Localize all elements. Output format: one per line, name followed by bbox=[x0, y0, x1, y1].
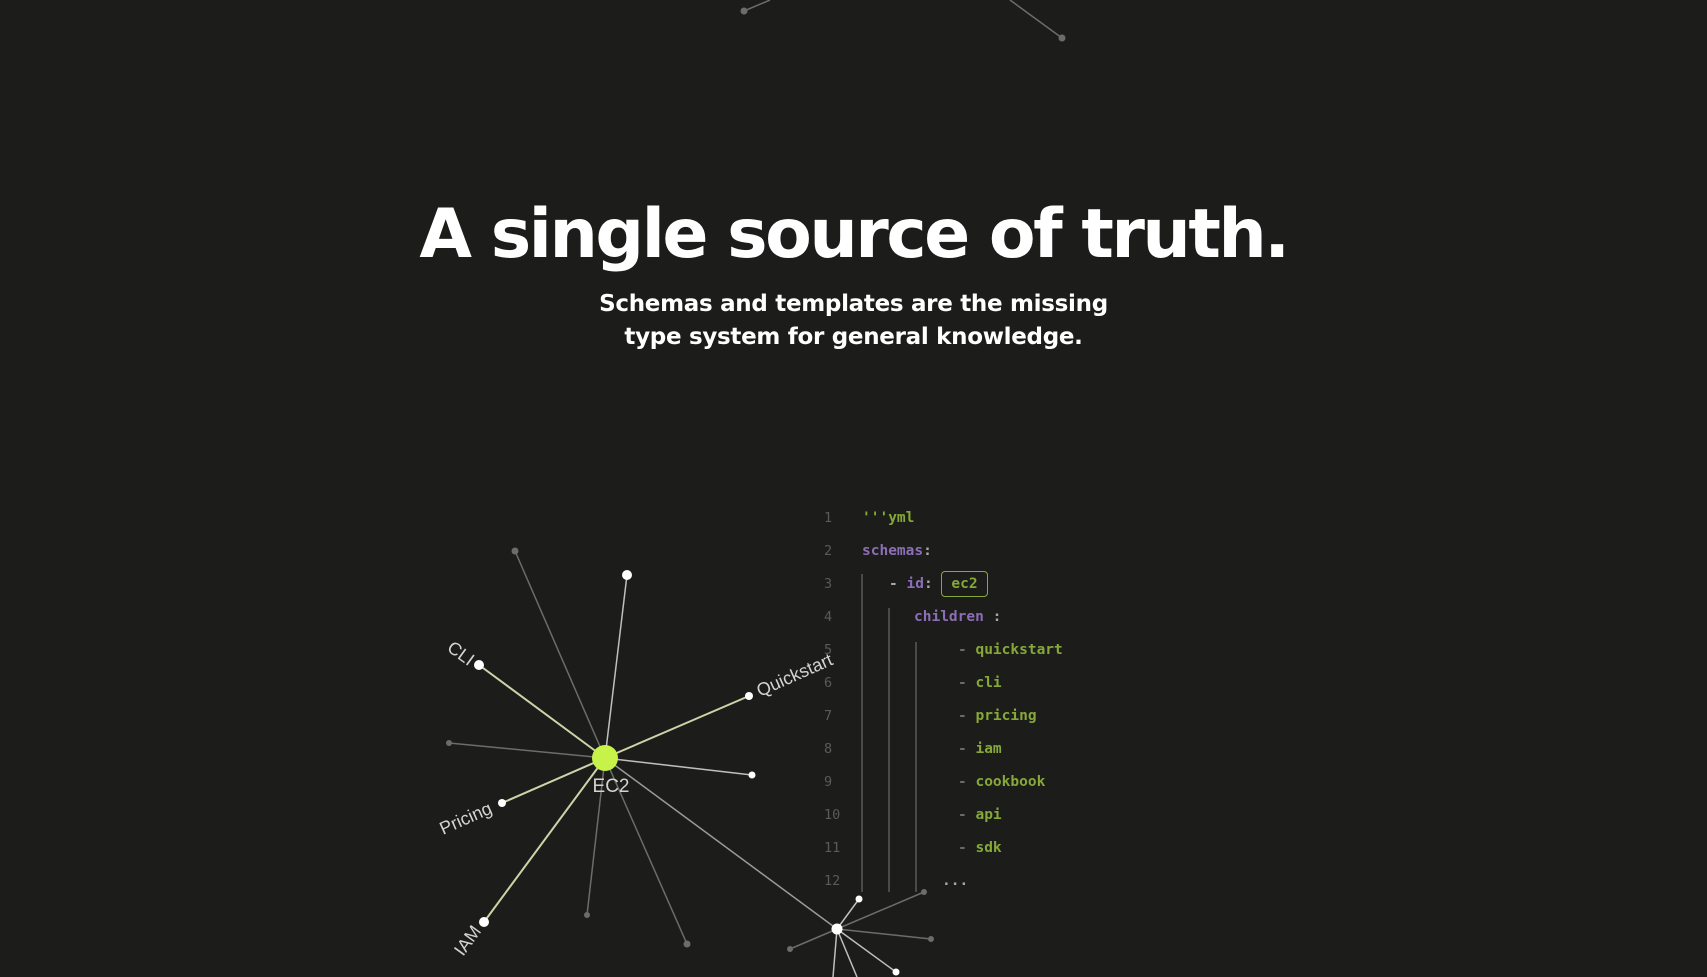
graph-node bbox=[622, 570, 632, 580]
code-text: '''yml bbox=[862, 502, 914, 535]
code-line: 9 - cookbook bbox=[824, 766, 1124, 799]
code-token: sdk bbox=[975, 840, 1002, 856]
code-line: 11 - sdk bbox=[824, 832, 1124, 865]
code-token: ... bbox=[942, 873, 969, 889]
secondary-hub-node[interactable] bbox=[831, 923, 843, 935]
line-number: 10 bbox=[824, 807, 841, 823]
code-text: - sdk bbox=[958, 832, 1002, 865]
graph-node bbox=[892, 968, 900, 976]
top-graph-fragment bbox=[740, 0, 1066, 42]
code-line: 10 - api bbox=[824, 799, 1124, 832]
hero-section: A single source of truth. Schemas and te… bbox=[0, 195, 1707, 354]
code-text: - pricing bbox=[958, 700, 1037, 733]
graph-node bbox=[740, 7, 748, 15]
graph-node bbox=[928, 936, 934, 942]
line-number: 9 bbox=[824, 774, 833, 790]
code-line: 4 children : bbox=[824, 601, 1124, 634]
code-text: children : bbox=[914, 601, 1001, 634]
graph-node bbox=[787, 946, 793, 952]
code-token: - bbox=[958, 840, 976, 856]
quickstart-node[interactable] bbox=[745, 692, 753, 700]
code-line: 2 schemas: bbox=[824, 535, 1124, 568]
code-token: - bbox=[958, 741, 976, 757]
iam-node[interactable] bbox=[479, 917, 489, 927]
code-token: children bbox=[914, 609, 984, 625]
line-number: 12 bbox=[824, 873, 841, 889]
iam-label: IAM bbox=[450, 922, 485, 960]
code-token: iam bbox=[975, 741, 1002, 757]
ec2-label: EC2 bbox=[593, 776, 630, 797]
code-text: - cli bbox=[958, 667, 1002, 700]
graph-node bbox=[446, 740, 452, 746]
pricing-label: Pricing bbox=[436, 798, 494, 839]
code-text: - api bbox=[958, 799, 1002, 832]
code-line: 1 '''yml bbox=[824, 502, 1124, 535]
code-text: - quickstart bbox=[958, 634, 1063, 667]
code-line: 5 - quickstart bbox=[824, 634, 1124, 667]
graph-node bbox=[683, 940, 691, 948]
graph-labels: EC2 CLI Quickstart Pricing IAM bbox=[436, 637, 835, 959]
line-number: 3 bbox=[824, 576, 833, 592]
code-token: id bbox=[906, 576, 924, 592]
code-block: 1 '''yml 2 schemas: 3 - id: ec2 4 children : 5 - … bbox=[824, 502, 1124, 898]
line-number: 7 bbox=[824, 708, 833, 724]
line-number: 2 bbox=[824, 543, 833, 559]
graph-node bbox=[511, 547, 519, 555]
code-token: pricing bbox=[975, 708, 1037, 724]
line-number: 5 bbox=[824, 642, 833, 658]
code-token: : bbox=[983, 609, 1002, 625]
graph-node bbox=[584, 912, 590, 918]
graph-node bbox=[748, 771, 756, 779]
code-token: : bbox=[923, 576, 942, 592]
code-token: '''yml bbox=[862, 510, 915, 526]
code-token: schemas bbox=[862, 543, 924, 559]
secondary-edges bbox=[789, 891, 932, 977]
code-token: - bbox=[889, 576, 907, 592]
line-number: 6 bbox=[824, 675, 833, 691]
ec2-hub-node[interactable] bbox=[592, 745, 618, 771]
code-token: cli bbox=[975, 675, 1002, 691]
cli-node[interactable] bbox=[474, 660, 484, 670]
code-token: - bbox=[958, 675, 976, 691]
code-token: api bbox=[975, 807, 1002, 823]
code-token: - bbox=[958, 807, 976, 823]
code-line: 3 - id: ec2 bbox=[824, 568, 1124, 601]
code-text: - cookbook bbox=[958, 766, 1045, 799]
line-number: 1 bbox=[824, 510, 833, 526]
code-line: 6 - cli bbox=[824, 667, 1124, 700]
id-value-badge: ec2 bbox=[941, 571, 988, 597]
code-token: - bbox=[958, 642, 976, 658]
code-text: - iam bbox=[958, 733, 1002, 766]
hero-title: A single source of truth. bbox=[419, 195, 1290, 274]
code-token: - bbox=[958, 708, 976, 724]
ec2-edges bbox=[448, 550, 838, 945]
line-number: 8 bbox=[824, 741, 833, 757]
code-token: - bbox=[958, 774, 976, 790]
graph-node bbox=[1058, 34, 1066, 42]
code-token: quickstart bbox=[975, 642, 1063, 658]
line-number: 11 bbox=[824, 840, 841, 856]
code-line: 8 - iam bbox=[824, 733, 1124, 766]
code-text: - id: ec2 bbox=[889, 568, 988, 601]
code-token: : bbox=[923, 543, 932, 559]
cli-label: CLI bbox=[444, 637, 478, 670]
code-line: 12... bbox=[824, 865, 1124, 898]
code-line: 7 - pricing bbox=[824, 700, 1124, 733]
hero-subtitle: Schemas and templates are the missing ty… bbox=[599, 291, 1108, 350]
code-text: ... bbox=[942, 865, 968, 898]
code-text: schemas: bbox=[862, 535, 932, 568]
pricing-node[interactable] bbox=[498, 799, 506, 807]
code-token: cookbook bbox=[975, 774, 1046, 790]
line-number: 4 bbox=[824, 609, 833, 625]
